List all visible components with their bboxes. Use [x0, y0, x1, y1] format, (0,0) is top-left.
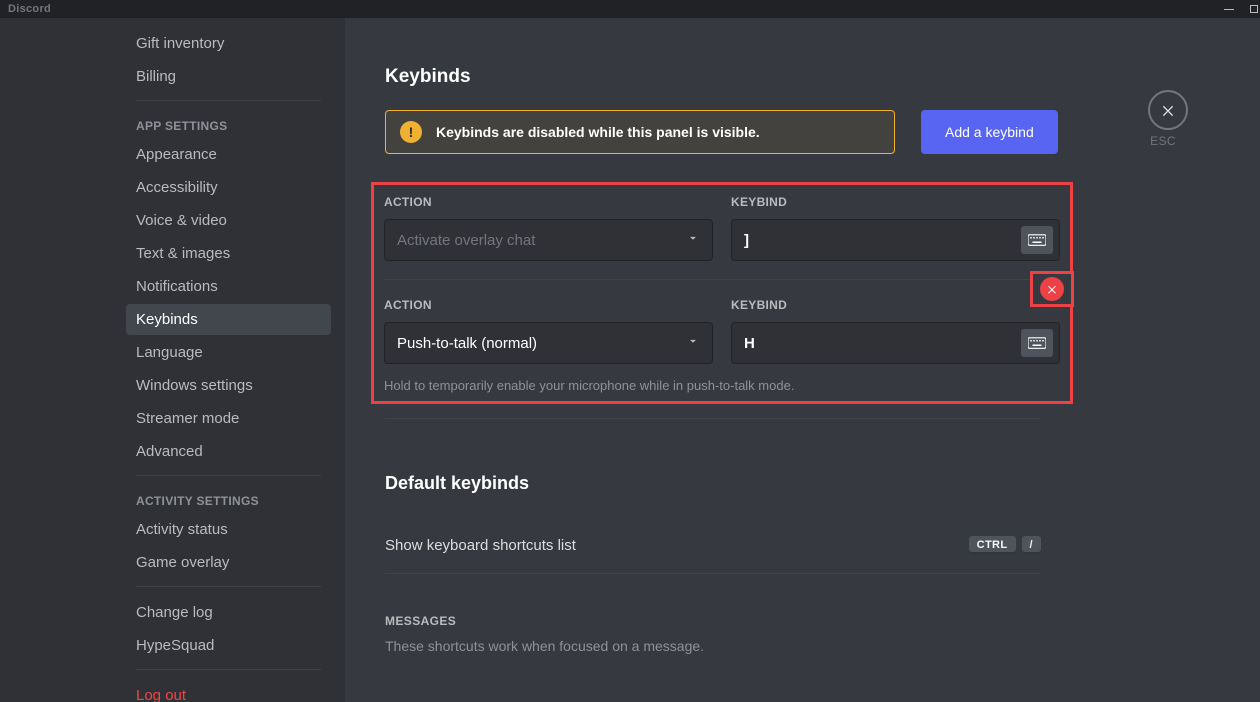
keyboard-icon — [1028, 337, 1046, 349]
sidebar-divider — [136, 586, 321, 587]
sidebar-divider — [136, 475, 321, 476]
keycap: CTRL — [969, 536, 1016, 555]
action-select[interactable]: Push-to-talk (normal) — [384, 322, 713, 364]
record-keybind-button[interactable] — [1021, 329, 1053, 357]
sidebar-item-language[interactable]: Language — [126, 337, 331, 368]
keybind-value: ] — [744, 232, 749, 249]
keybind-row: ACTION Push-to-talk (normal) KEYBIND H — [384, 294, 1060, 372]
add-keybind-button[interactable]: Add a keybind — [921, 110, 1058, 154]
messages-subtext: These shortcuts work when focused on a m… — [385, 638, 1170, 654]
sidebar-item-accessibility[interactable]: Accessibility — [126, 172, 331, 203]
sidebar-divider — [136, 100, 321, 101]
sidebar-header-activity-settings: ACTIVITY SETTINGS — [126, 486, 331, 514]
sidebar-divider — [136, 669, 321, 670]
action-select-value: Activate overlay chat — [397, 232, 535, 249]
action-header: ACTION — [384, 298, 713, 312]
sidebar-item-billing[interactable]: Billing — [126, 61, 331, 92]
sidebar-item-game-overlay[interactable]: Game overlay — [126, 547, 331, 578]
content-area: ESC Keybinds ! Keybinds are disabled whi… — [345, 18, 1260, 702]
row-divider — [384, 279, 1060, 280]
messages-subheader: MESSAGES — [385, 614, 1170, 628]
action-select[interactable]: Activate overlay chat — [384, 219, 713, 261]
sidebar-item-advanced[interactable]: Advanced — [126, 436, 331, 467]
action-select-value: Push-to-talk (normal) — [397, 335, 537, 352]
chevron-down-icon — [686, 334, 700, 352]
window-minimize-icon[interactable] — [1224, 9, 1234, 10]
page-title: Keybinds — [385, 66, 1170, 88]
sidebar-item-voice-video[interactable]: Voice & video — [126, 205, 331, 236]
warning-icon: ! — [400, 121, 422, 143]
sidebar-item-gift[interactable]: Gift inventory — [126, 28, 331, 59]
sidebar-item-logout[interactable]: Log out — [126, 680, 331, 702]
keybind-help-text: Hold to temporarily enable your micropho… — [384, 378, 1060, 393]
keycap: / — [1022, 536, 1041, 555]
keybind-header: KEYBIND — [731, 298, 1060, 312]
default-keybinds-title: Default keybinds — [385, 473, 1170, 494]
keybind-input[interactable]: H — [731, 322, 1060, 364]
action-header: ACTION — [384, 195, 713, 209]
keybind-input[interactable]: ] — [731, 219, 1060, 261]
sidebar-item-streamer-mode[interactable]: Streamer mode — [126, 403, 331, 434]
sidebar-item-change-log[interactable]: Change log — [126, 597, 331, 628]
sidebar-header-app-settings: APP SETTINGS — [126, 111, 331, 139]
keyboard-icon — [1028, 234, 1046, 246]
sidebar-item-keybinds[interactable]: Keybinds — [126, 304, 331, 335]
sidebar-item-activity-status[interactable]: Activity status — [126, 514, 331, 545]
sidebar-item-windows-settings[interactable]: Windows settings — [126, 370, 331, 401]
content-separator — [385, 418, 1041, 419]
close-icon — [1046, 283, 1058, 295]
sidebar-item-appearance[interactable]: Appearance — [126, 139, 331, 170]
close-icon — [1160, 102, 1176, 118]
default-keybind-row: Show keyboard shortcuts list CTRL / — [385, 530, 1041, 574]
warning-text: Keybinds are disabled while this panel i… — [436, 124, 760, 140]
delete-highlight-box — [1030, 271, 1074, 307]
record-keybind-button[interactable] — [1021, 226, 1053, 254]
titlebar: Discord — [0, 0, 1260, 18]
sidebar-item-hypesquad[interactable]: HypeSquad — [126, 630, 331, 661]
keybind-header: KEYBIND — [731, 195, 1060, 209]
chevron-down-icon — [686, 231, 700, 249]
settings-sidebar: Gift inventory Billing APP SETTINGS Appe… — [0, 18, 345, 702]
app-title: Discord — [8, 3, 51, 15]
sidebar-item-notifications[interactable]: Notifications — [126, 271, 331, 302]
window-controls — [1224, 0, 1258, 18]
keybinds-highlight-box: ACTION Activate overlay chat KEYBIND ] — [371, 182, 1073, 404]
delete-keybind-button[interactable] — [1040, 277, 1064, 301]
keybind-value: H — [744, 335, 755, 352]
close-settings-button[interactable] — [1148, 90, 1188, 130]
window-maximize-icon[interactable] — [1250, 5, 1258, 13]
default-keybind-label: Show keyboard shortcuts list — [385, 537, 576, 554]
close-esc-label: ESC — [1150, 134, 1176, 148]
sidebar-item-text-images[interactable]: Text & images — [126, 238, 331, 269]
keycap-group: CTRL / — [969, 536, 1041, 555]
keybind-row: ACTION Activate overlay chat KEYBIND ] — [384, 191, 1060, 269]
warning-banner: ! Keybinds are disabled while this panel… — [385, 110, 895, 154]
